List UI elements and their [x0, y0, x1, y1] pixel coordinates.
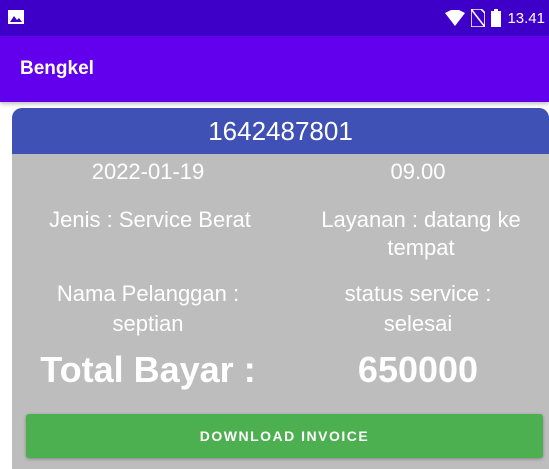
- service-status-label: status service :: [344, 281, 492, 306]
- service-mode-line2: tempat: [387, 235, 455, 260]
- transaction-card[interactable]: 1642487801 2022-01-19 09.00 Jenis : Serv…: [12, 108, 549, 469]
- status-bar: 13.41: [0, 0, 549, 36]
- service-type: Jenis : Service Berat: [49, 207, 251, 232]
- transaction-id: 1642487801: [12, 108, 549, 154]
- service-date: 2022-01-19: [91, 159, 205, 184]
- customer-name-label: Nama Pelanggan :: [56, 281, 240, 306]
- image-icon: [8, 10, 24, 24]
- service-status-value: selesai: [383, 311, 453, 336]
- battery-icon: [491, 9, 502, 27]
- clock: 13.41: [507, 9, 545, 27]
- app-title: Bengkel: [20, 58, 94, 79]
- no-sim-icon: [471, 9, 486, 27]
- service-mode-line1: Layanan : datang ke: [321, 207, 521, 232]
- service-time: 09.00: [390, 159, 446, 184]
- total-label: Total Bayar :: [40, 349, 256, 390]
- download-invoice-button[interactable]: DOWNLOAD INVOICE: [26, 414, 543, 458]
- customer-name-value: septian: [112, 311, 184, 336]
- wifi-icon: [445, 10, 466, 26]
- total-value: 650000: [357, 349, 479, 390]
- app-bar: Bengkel: [0, 36, 549, 102]
